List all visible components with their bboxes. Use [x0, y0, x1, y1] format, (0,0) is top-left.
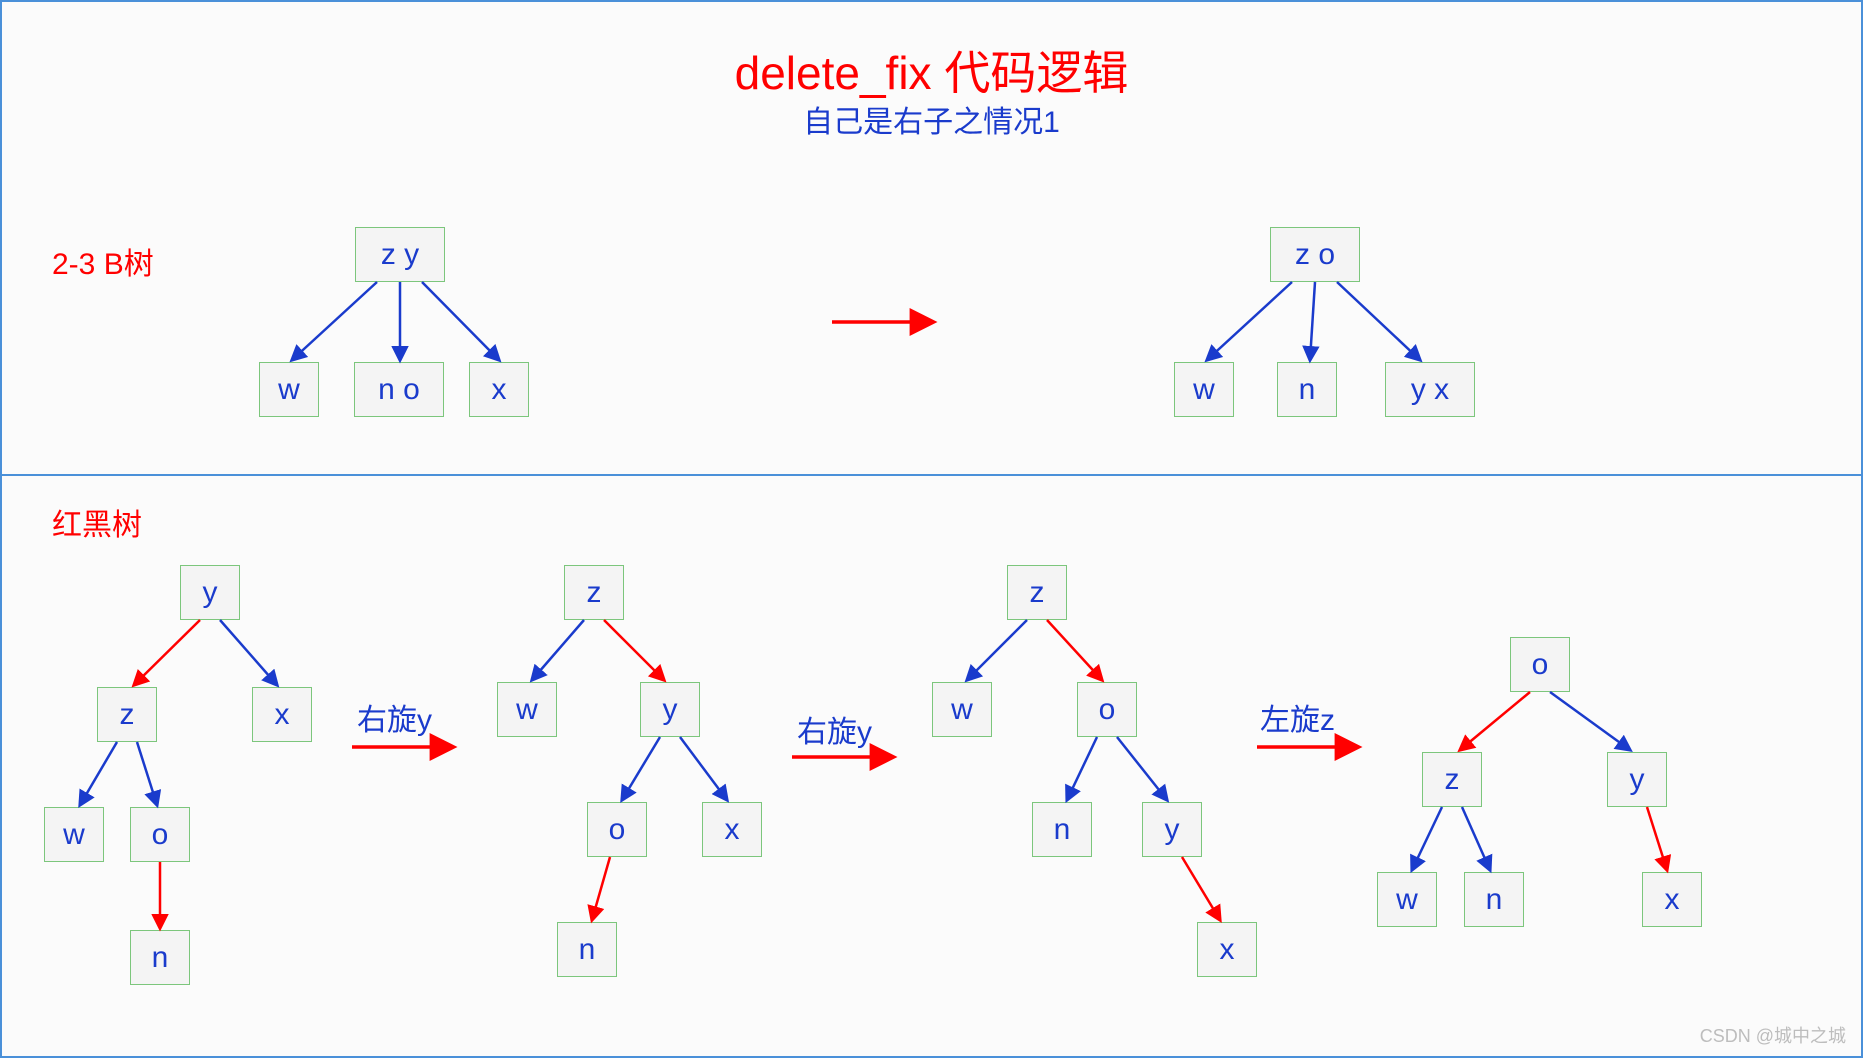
edge — [220, 620, 277, 685]
diagram-subtitle: 自己是右子之情况1 — [2, 97, 1861, 141]
edge — [1550, 692, 1630, 750]
edge — [680, 737, 727, 800]
op-label-rotR-y-1: 右旋y — [357, 695, 432, 739]
op-label-rotL-z: 左旋z — [1260, 695, 1335, 739]
btree-left-child-0: w — [259, 362, 319, 417]
diagram-title: delete_fix 代码逻辑 — [2, 37, 1861, 103]
edge — [604, 620, 664, 680]
edge — [622, 737, 660, 800]
rb1-x: x — [252, 687, 312, 742]
edge — [134, 620, 200, 685]
rb4-y: y — [1607, 752, 1667, 807]
section-label-rbtree: 红黑树 — [52, 500, 142, 544]
rb4-x: x — [1642, 872, 1702, 927]
section-divider — [2, 474, 1861, 476]
edge — [1182, 857, 1220, 920]
edge — [1647, 807, 1667, 870]
rb1-w: w — [44, 807, 104, 862]
btree-right-child-0: w — [1174, 362, 1234, 417]
edge — [1460, 692, 1530, 750]
edge — [292, 282, 377, 360]
edge — [1117, 737, 1167, 800]
op-label-rotR-y-2: 右旋y — [797, 707, 872, 751]
rb2-w: w — [497, 682, 557, 737]
edge — [592, 857, 610, 920]
rb1-y: y — [180, 565, 240, 620]
edge — [1412, 807, 1442, 870]
edge — [1207, 282, 1292, 360]
rb2-o: o — [587, 802, 647, 857]
btree-left-child-1: n o — [354, 362, 444, 417]
btree-left-child-2: x — [469, 362, 529, 417]
section-label-btree: 2-3 B树 — [52, 239, 154, 283]
rb3-o: o — [1077, 682, 1137, 737]
rb4-n: n — [1464, 872, 1524, 927]
edge — [1337, 282, 1420, 360]
rb3-y: y — [1142, 802, 1202, 857]
btree-right-child-2: y x — [1385, 362, 1475, 417]
edge — [532, 620, 584, 680]
edge — [1462, 807, 1490, 870]
btree-left-root: z y — [355, 227, 445, 282]
watermark: CSDN @城中之城 — [1700, 1022, 1846, 1048]
diagram-canvas: delete_fix 代码逻辑 自己是右子之情况1 2-3 B树 z y w n… — [0, 0, 1863, 1058]
edge — [80, 742, 117, 805]
edge — [1067, 737, 1097, 800]
rb2-n: n — [557, 922, 617, 977]
btree-right-root: z o — [1270, 227, 1360, 282]
edge — [1047, 620, 1102, 680]
rb3-n: n — [1032, 802, 1092, 857]
edge — [1310, 282, 1315, 360]
rb3-z: z — [1007, 565, 1067, 620]
rb1-n: n — [130, 930, 190, 985]
edges-layer — [2, 2, 1863, 1058]
rb3-w: w — [932, 682, 992, 737]
rb2-x: x — [702, 802, 762, 857]
btree-right-child-1: n — [1277, 362, 1337, 417]
rb4-z: z — [1422, 752, 1482, 807]
rb4-o: o — [1510, 637, 1570, 692]
edge — [967, 620, 1027, 680]
rb1-z: z — [97, 687, 157, 742]
rb3-x: x — [1197, 922, 1257, 977]
rb1-o: o — [130, 807, 190, 862]
edge — [422, 282, 499, 360]
edge — [137, 742, 157, 805]
rb2-y: y — [640, 682, 700, 737]
rb4-w: w — [1377, 872, 1437, 927]
rb2-z: z — [564, 565, 624, 620]
